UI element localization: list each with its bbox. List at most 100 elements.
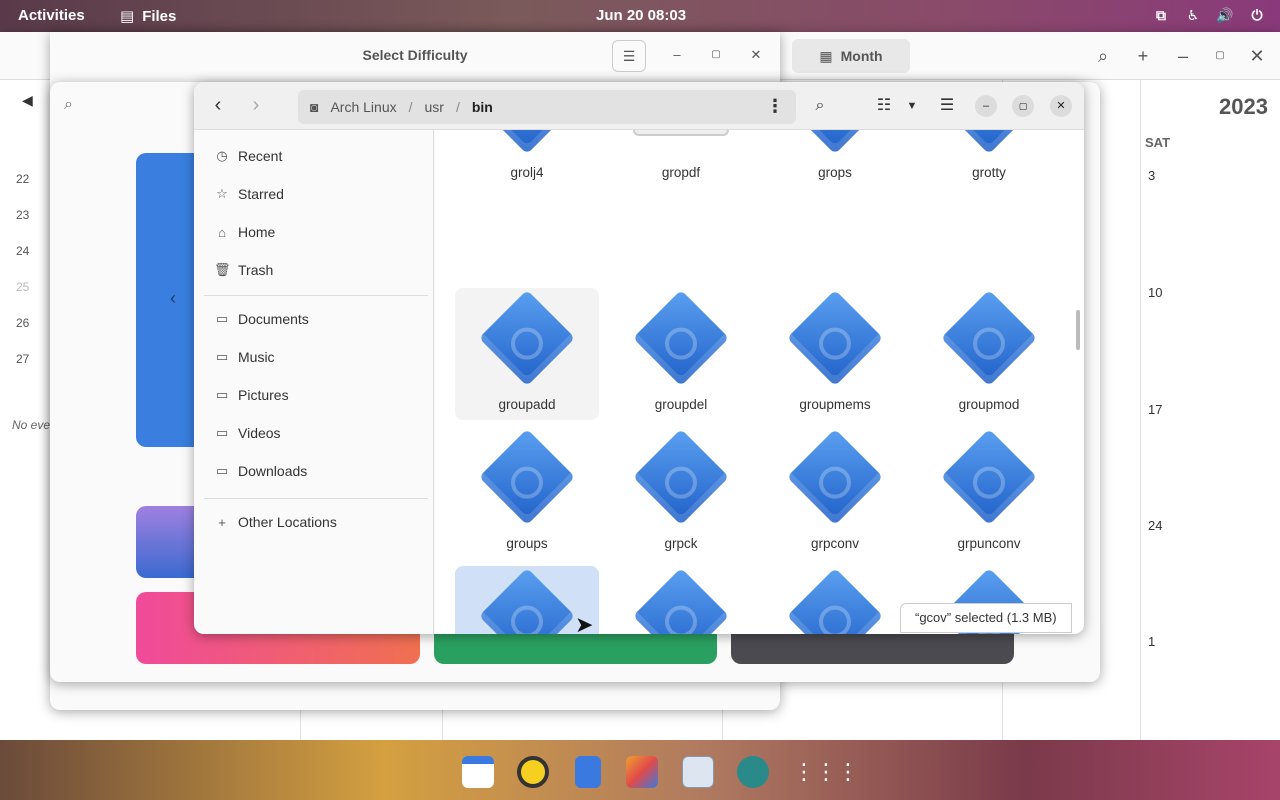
sudoku-app-icon[interactable] xyxy=(682,756,714,788)
maximize-icon[interactable]: ▢ xyxy=(707,46,725,64)
path-segment[interactable]: usr xyxy=(425,99,444,115)
month-view-button[interactable]: ▦ Month xyxy=(792,39,910,73)
top-bar: Activities ▤ Files Jun 20 08:03 ⧉ ♿ 🔊 ⏻ xyxy=(0,0,1280,32)
accessibility-icon[interactable]: ♿ xyxy=(1184,6,1202,24)
sidebar-item-label: Pictures xyxy=(238,387,289,403)
file-label: groupmod xyxy=(958,397,1020,412)
forward-icon[interactable]: › xyxy=(244,94,268,118)
file-item[interactable]: grub-editenv xyxy=(609,566,753,634)
sidebar-item-label: Home xyxy=(238,224,276,240)
executable-icon xyxy=(478,428,576,526)
minimize-icon[interactable]: – xyxy=(1171,44,1195,68)
software-app-icon[interactable] xyxy=(626,756,658,788)
drive-icon: ◙ xyxy=(310,99,319,115)
trash-icon: 🗑 xyxy=(214,262,231,277)
file-item[interactable]: groupdel xyxy=(609,288,753,420)
power-icon[interactable]: ⏻ xyxy=(1248,6,1266,24)
scrollbar[interactable] xyxy=(1076,310,1080,350)
sidebar-item-downloads[interactable]: ▭ Downloads xyxy=(214,459,307,483)
file-item[interactable]: gropdf xyxy=(609,130,753,188)
file-item[interactable]: groupmems xyxy=(763,288,907,420)
search-icon[interactable]: ⌕ xyxy=(808,94,832,118)
date-cell[interactable]: 3 xyxy=(1148,168,1155,183)
calendar-app-icon[interactable] xyxy=(462,756,494,788)
day-header-sat: SAT xyxy=(1145,135,1171,150)
star-icon: ☆ xyxy=(216,186,228,201)
dock: ⋮⋮⋮ xyxy=(0,740,1280,800)
date-cell[interactable]: 10 xyxy=(1148,285,1162,300)
file-item[interactable]: grpconv xyxy=(763,427,907,559)
path-segment[interactable]: Arch Linux xyxy=(330,99,396,115)
file-item[interactable]: grotty xyxy=(917,130,1061,188)
sidebar-item-pictures[interactable]: ▭ Pictures xyxy=(214,383,289,407)
more-options-icon[interactable]: ⋮ xyxy=(766,96,784,117)
sidebar-item-trash[interactable]: 🗑 Trash xyxy=(214,258,273,282)
sidebar-item-videos[interactable]: ▭ Videos xyxy=(214,421,281,445)
maximize-icon[interactable]: ▢ xyxy=(1208,44,1232,68)
file-item[interactable]: grpunconv xyxy=(917,427,1061,559)
file-item[interactable]: grops xyxy=(763,130,907,188)
file-item[interactable]: groupadd xyxy=(455,288,599,420)
folder-icon: ▭ xyxy=(215,387,229,402)
screen-share-icon[interactable]: ⧉ xyxy=(1152,6,1170,24)
sidebar-item-other-locations[interactable]: + Other Locations xyxy=(214,510,337,534)
sidebar: ◷ Recent ☆ Starred ⌂ Home 🗑 Trash ▭ Docu… xyxy=(194,130,434,634)
executable-icon xyxy=(940,130,1038,155)
file-label: groupdel xyxy=(654,397,708,412)
sidebar-item-documents[interactable]: ▭ Documents xyxy=(214,307,309,331)
app-grid-icon[interactable]: ⋮⋮⋮ xyxy=(793,756,859,788)
maximize-icon[interactable]: ▢ xyxy=(1012,95,1034,117)
path-separator: / xyxy=(455,99,460,115)
file-item[interactable]: grolj4 xyxy=(455,130,599,188)
executable-icon xyxy=(940,289,1038,387)
week-number: 24 xyxy=(16,244,30,258)
status-bar: “gcov” selected (1.3 MB) xyxy=(900,603,1072,633)
path-segment[interactable]: bin xyxy=(472,99,493,115)
system-tray[interactable]: ⧉ ♿ 🔊 ⏻ xyxy=(1152,6,1266,24)
file-item[interactable]: grub-file xyxy=(763,566,907,634)
close-icon[interactable]: ✕ xyxy=(1245,44,1269,68)
previous-icon[interactable]: ◀ xyxy=(22,92,33,109)
search-icon[interactable]: ⌕ xyxy=(1091,44,1115,68)
files-app-icon[interactable] xyxy=(575,756,601,788)
sidebar-item-label: Other Locations xyxy=(238,514,337,530)
minimize-icon[interactable]: – xyxy=(668,46,686,64)
week-number: 22 xyxy=(16,172,30,186)
close-icon[interactable]: ✕ xyxy=(747,46,765,64)
cursor-icon: ➤ xyxy=(575,612,594,634)
executable-icon xyxy=(478,567,576,634)
mines-app-icon[interactable] xyxy=(737,756,769,788)
sidebar-item-recent[interactable]: ◷ Recent xyxy=(214,144,282,168)
date-cell[interactable]: 17 xyxy=(1148,402,1162,417)
files-window: ‹ › ◙ Arch Linux / usr / bin ⋮ ⌕ ☷ ▼ ☰ –… xyxy=(194,82,1084,634)
date-cell[interactable]: 24 xyxy=(1148,518,1162,533)
path-bar[interactable]: ◙ Arch Linux / usr / bin ⋮ xyxy=(298,90,796,124)
list-view-icon[interactable]: ☷ xyxy=(872,94,896,118)
file-item[interactable]: groups xyxy=(455,427,599,559)
add-icon[interactable]: + xyxy=(1131,44,1155,68)
sidebar-item-music[interactable]: ▭ Music xyxy=(214,345,275,369)
executable-icon xyxy=(478,130,576,155)
menu-button[interactable]: ☰ xyxy=(612,40,646,72)
activities-button[interactable]: Activities xyxy=(18,7,85,24)
rhythmbox-app-icon[interactable] xyxy=(517,756,549,788)
file-label: grpconv xyxy=(810,536,860,551)
volume-icon[interactable]: 🔊 xyxy=(1216,6,1234,24)
executable-icon xyxy=(632,428,730,526)
chevron-down-icon[interactable]: ▼ xyxy=(900,94,924,118)
file-label: groupadd xyxy=(498,397,556,412)
file-item[interactable]: groupmod xyxy=(917,288,1061,420)
clock[interactable]: Jun 20 08:03 xyxy=(596,7,686,24)
search-icon[interactable]: ⌕ xyxy=(64,96,73,114)
app-menu[interactable]: ▤ Files xyxy=(120,7,176,26)
file-item[interactable]: grpck xyxy=(609,427,753,559)
grid-line xyxy=(1140,80,1141,740)
date-cell[interactable]: 1 xyxy=(1148,634,1155,649)
back-icon[interactable]: ‹ xyxy=(206,94,230,118)
divider xyxy=(204,498,428,499)
sidebar-item-home[interactable]: ⌂ Home xyxy=(214,220,275,244)
hamburger-icon[interactable]: ☰ xyxy=(935,94,959,118)
close-icon[interactable]: ✕ xyxy=(1050,95,1072,117)
sidebar-item-starred[interactable]: ☆ Starred xyxy=(214,182,284,206)
minimize-icon[interactable]: – xyxy=(975,95,997,117)
